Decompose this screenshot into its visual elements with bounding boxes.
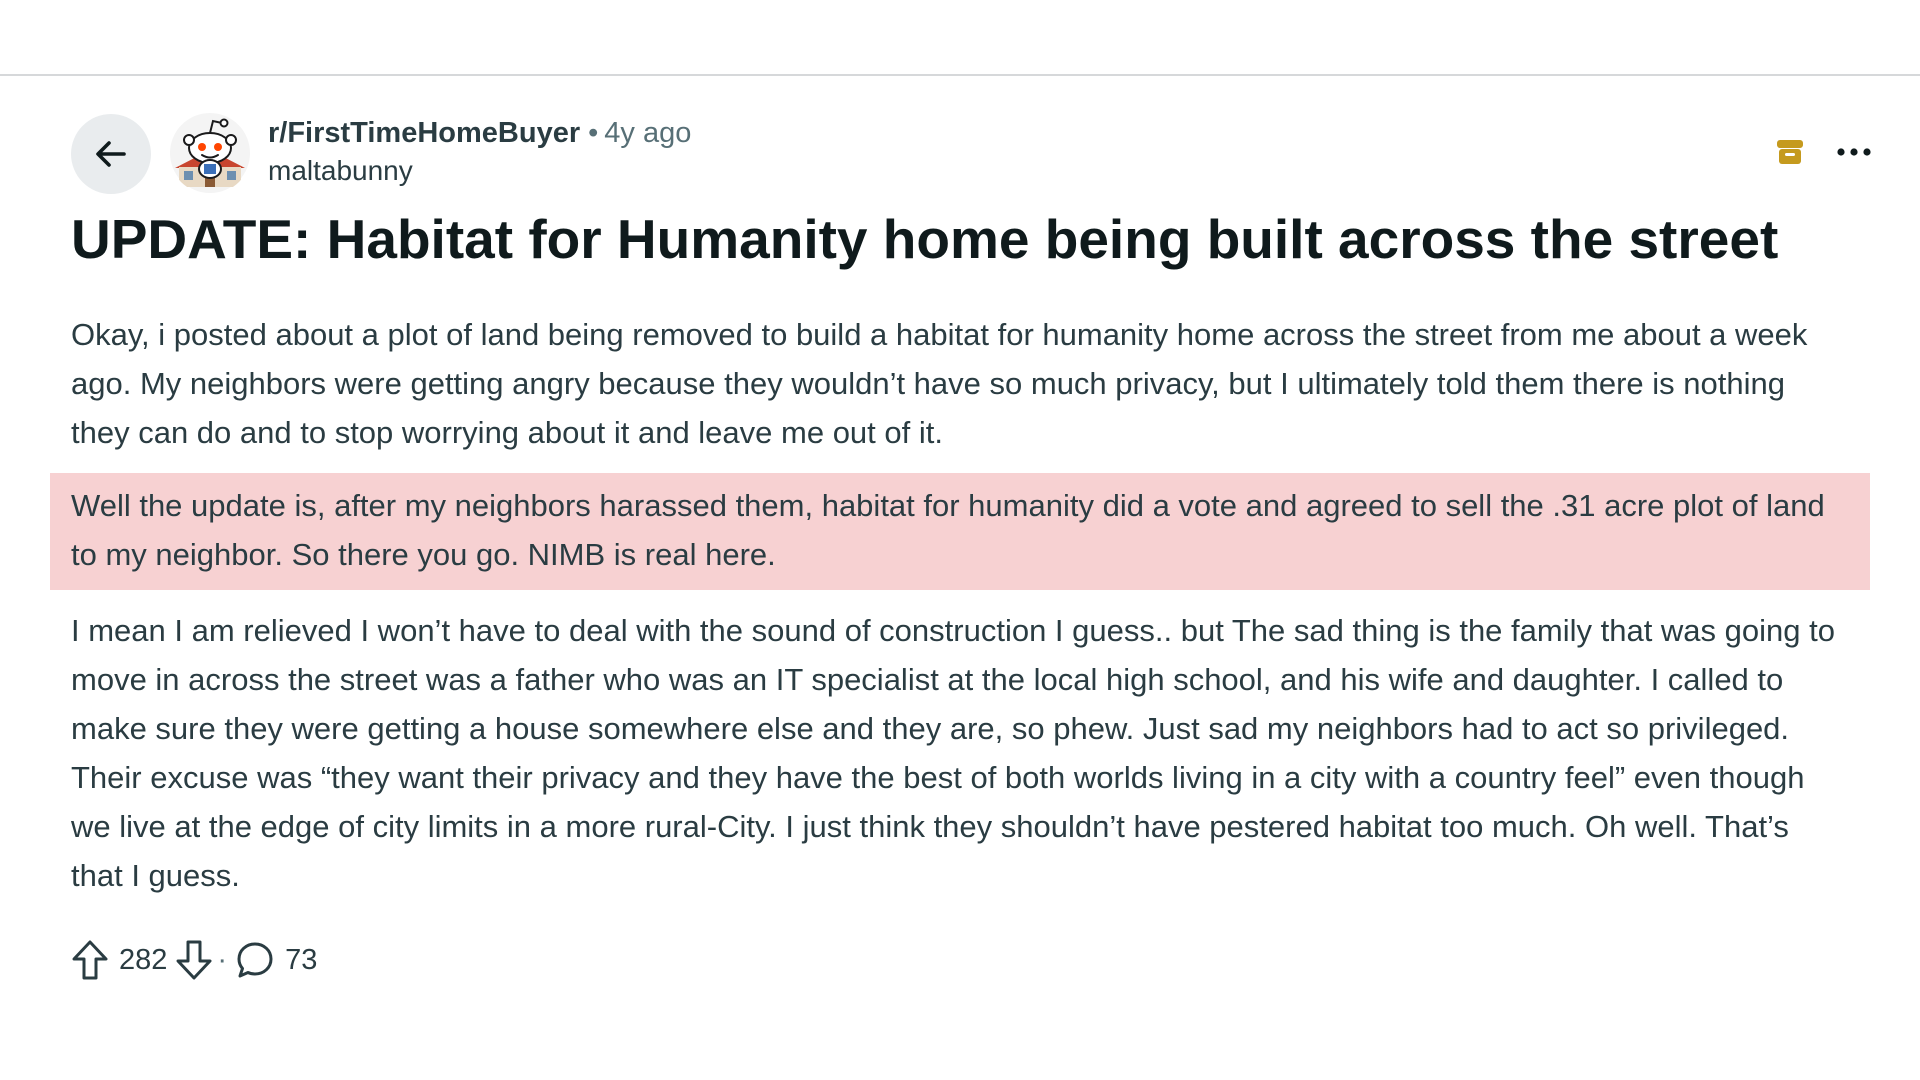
archive-icon [1775, 137, 1805, 167]
comment-count[interactable]: 73 [285, 944, 317, 977]
upvote-count: 282 [119, 943, 168, 976]
post-paragraph: I mean I am relieved I won’t have to dea… [71, 613, 1835, 893]
post-paragraph-highlighted: Well the update is, after my neighbors h… [50, 473, 1870, 590]
header-actions [1775, 132, 1871, 172]
back-button[interactable] [71, 114, 151, 194]
speech-bubble-icon[interactable] [235, 940, 275, 980]
snoo-house-icon [170, 113, 250, 193]
post-title: UPDATE: Habitat for Humanity home being … [71, 208, 1779, 270]
post-time: 4y ago [604, 117, 692, 149]
arrow-left-icon [91, 134, 131, 174]
meta-line: r/FirstTimeHomeBuyer • 4y ago [268, 114, 691, 152]
top-bar [0, 0, 1920, 76]
more-options-icon[interactable] [1837, 147, 1871, 157]
post-paragraph: Okay, i posted about a plot of land bein… [71, 317, 1808, 450]
arrow-down-outline-icon[interactable] [175, 939, 213, 981]
subreddit-link[interactable]: r/FirstTimeHomeBuyer [268, 117, 580, 149]
post-actions: 282 · 73 [71, 936, 325, 984]
meta-separator: • [588, 117, 599, 149]
subreddit-avatar[interactable] [169, 112, 251, 194]
post-body: Okay, i posted about a plot of land bein… [50, 310, 1870, 900]
arrow-up-outline-icon[interactable] [71, 939, 109, 981]
post-header: r/FirstTimeHomeBuyer • 4y ago maltabunny [71, 112, 1871, 194]
footer-separator: · [217, 943, 228, 976]
author-link[interactable]: maltabunny [268, 152, 691, 190]
post-meta: r/FirstTimeHomeBuyer • 4y ago maltabunny [268, 114, 691, 194]
